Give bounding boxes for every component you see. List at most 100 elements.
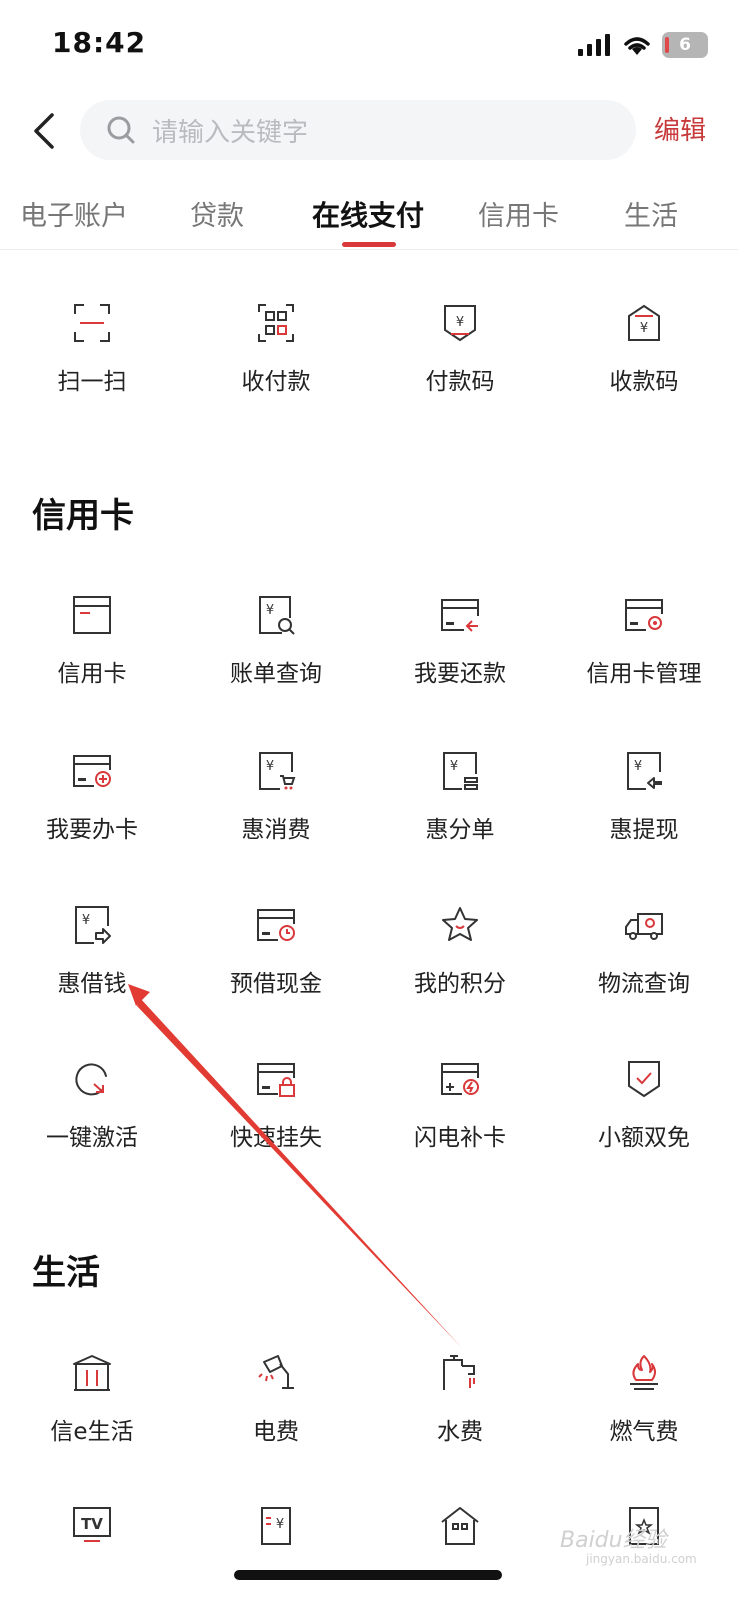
svg-text:¥: ¥ [82, 913, 90, 928]
grid-item-property[interactable] [368, 1504, 552, 1600]
grid-item-points[interactable]: 我的积分 [368, 904, 552, 1024]
watermark-url: jingyan.baidu.com [586, 1552, 697, 1566]
svg-text:¥: ¥ [634, 759, 642, 774]
grid-item-apply-card[interactable]: 我要办卡 [0, 750, 184, 870]
grid-item-tv[interactable]: TV [0, 1504, 184, 1600]
grid-item-logistics[interactable]: 物流查询 [552, 904, 736, 1024]
grid-item-activate[interactable]: 一键激活 [0, 1058, 184, 1178]
grid-item-label: 收付款 [241, 369, 311, 395]
grid-item-label: 惠消费 [241, 817, 311, 843]
svg-text:¥: ¥ [640, 321, 648, 336]
faucet-icon [440, 1352, 480, 1394]
grid-item-label: 惠分单 [425, 817, 495, 843]
back-button[interactable] [24, 106, 64, 156]
qr-code-icon [256, 302, 296, 344]
activate-icon [72, 1058, 112, 1100]
svg-text:¥: ¥ [450, 759, 458, 774]
truck-icon [624, 904, 664, 946]
category-tabs: 电子账户 贷款 在线支付 信用卡 生活 [0, 186, 738, 250]
svg-text:¥: ¥ [276, 1517, 284, 1532]
status-icons: 6 [578, 30, 708, 60]
house-icon [440, 1504, 480, 1546]
grid-item-installment[interactable]: ¥ 惠分单 [368, 750, 552, 870]
header: 请输入关键字 编辑 [0, 96, 738, 166]
edit-button[interactable]: 编辑 [654, 110, 706, 147]
tab-credit-card[interactable]: 信用卡 [478, 194, 559, 233]
section-title-life: 生活 [32, 1253, 100, 1293]
grid-item-label: 信e生活 [50, 1419, 134, 1445]
grid-item-water[interactable]: 水费 [368, 1352, 552, 1472]
flash-card-icon [440, 1058, 480, 1100]
section-title-credit: 信用卡 [32, 496, 134, 536]
home-indicator[interactable] [234, 1570, 502, 1580]
svg-text:TV: TV [81, 1515, 103, 1533]
grid-item-consume[interactable]: ¥ 惠消费 [184, 750, 368, 870]
grid-item-receipt[interactable]: ¥ [184, 1504, 368, 1600]
grid-item-flash-replace[interactable]: 闪电补卡 [368, 1058, 552, 1178]
grid-item-label: 燃气费 [609, 1419, 679, 1445]
status-bar: 18:42 6 [0, 0, 738, 90]
tab-loans[interactable]: 贷款 [190, 194, 244, 233]
svg-text:¥: ¥ [266, 603, 274, 618]
grid-item-label: 闪电补卡 [414, 1125, 506, 1151]
grid-item-bill-query[interactable]: ¥ 账单查询 [184, 594, 368, 714]
svg-text:¥: ¥ [266, 759, 274, 774]
apply-card-icon [72, 750, 112, 792]
cash-advance-icon [256, 904, 296, 946]
grid-item-label: 我的积分 [414, 971, 506, 997]
search-input[interactable]: 请输入关键字 [80, 100, 636, 160]
search-placeholder: 请输入关键字 [152, 117, 309, 148]
tab-e-account[interactable]: 电子账户 [20, 194, 128, 233]
grid-item-label: 我要办卡 [46, 817, 138, 843]
grid-item-electricity[interactable]: 电费 [184, 1352, 368, 1472]
grid-item-collect-pay[interactable]: 收付款 [184, 302, 368, 422]
grid-item-e-life[interactable]: 信e生活 [0, 1352, 184, 1472]
card-icon [72, 594, 112, 636]
status-time: 18:42 [52, 26, 147, 59]
scan-icon [72, 302, 112, 344]
shopping-cart-icon: ¥ [256, 750, 296, 792]
grid-item-borrow[interactable]: ¥ 惠借钱 [0, 904, 184, 1024]
grid-item-label: 信用卡管理 [586, 661, 702, 687]
tab-life[interactable]: 生活 [624, 194, 678, 233]
lock-card-icon [256, 1058, 296, 1100]
grid-item-label: 账单查询 [230, 661, 322, 687]
bank-icon [72, 1352, 112, 1394]
receive-code-icon: ¥ [624, 302, 664, 344]
pay-code-icon: ¥ [440, 302, 480, 344]
grid-item-label: 电费 [253, 1419, 299, 1445]
shield-check-icon [624, 1058, 664, 1100]
grid-item-label: 快速挂失 [230, 1125, 322, 1151]
active-tab-indicator [342, 242, 396, 247]
grid-item-label: 水费 [437, 1419, 483, 1445]
grid-item-scan[interactable]: 扫一扫 [0, 302, 184, 422]
grid-item-credit-card[interactable]: 信用卡 [0, 594, 184, 714]
battery-indicator: 6 [662, 32, 708, 58]
grid-item-pay-code[interactable]: ¥ 付款码 [368, 302, 552, 422]
grid-item-label: 付款码 [425, 369, 495, 395]
grid-item-small-free[interactable]: 小额双免 [552, 1058, 736, 1178]
grid-item-cash-advance[interactable]: 预借现金 [184, 904, 368, 1024]
grid-item-card-manage[interactable]: 信用卡管理 [552, 594, 736, 714]
grid-item-withdraw[interactable]: ¥ 惠提现 [552, 750, 736, 870]
grid-item-label: 扫一扫 [57, 369, 127, 395]
grid-item-label: 我要还款 [414, 661, 506, 687]
installment-icon: ¥ [440, 750, 480, 792]
cash-withdraw-icon: ¥ [624, 750, 664, 792]
card-settings-icon [624, 594, 664, 636]
bill-search-icon: ¥ [256, 594, 296, 636]
tab-online-payment[interactable]: 在线支付 [312, 194, 424, 234]
grid-item-label: 预借现金 [230, 971, 322, 997]
grid-item-report-loss[interactable]: 快速挂失 [184, 1058, 368, 1178]
grid-item-repay[interactable]: 我要还款 [368, 594, 552, 714]
grid-item-gas[interactable]: 燃气费 [552, 1352, 736, 1472]
signal-icon [578, 34, 610, 56]
grid-item-receive-code[interactable]: ¥ 收款码 [552, 302, 736, 422]
grid-item-label: 惠提现 [609, 817, 679, 843]
watermark-logo: Baidu经验 [560, 1528, 667, 1553]
chevron-left-icon [34, 113, 54, 149]
star-icon [440, 904, 480, 946]
grid-item-label: 信用卡 [57, 661, 127, 687]
svg-text:¥: ¥ [456, 315, 464, 330]
lamp-icon [256, 1352, 296, 1394]
